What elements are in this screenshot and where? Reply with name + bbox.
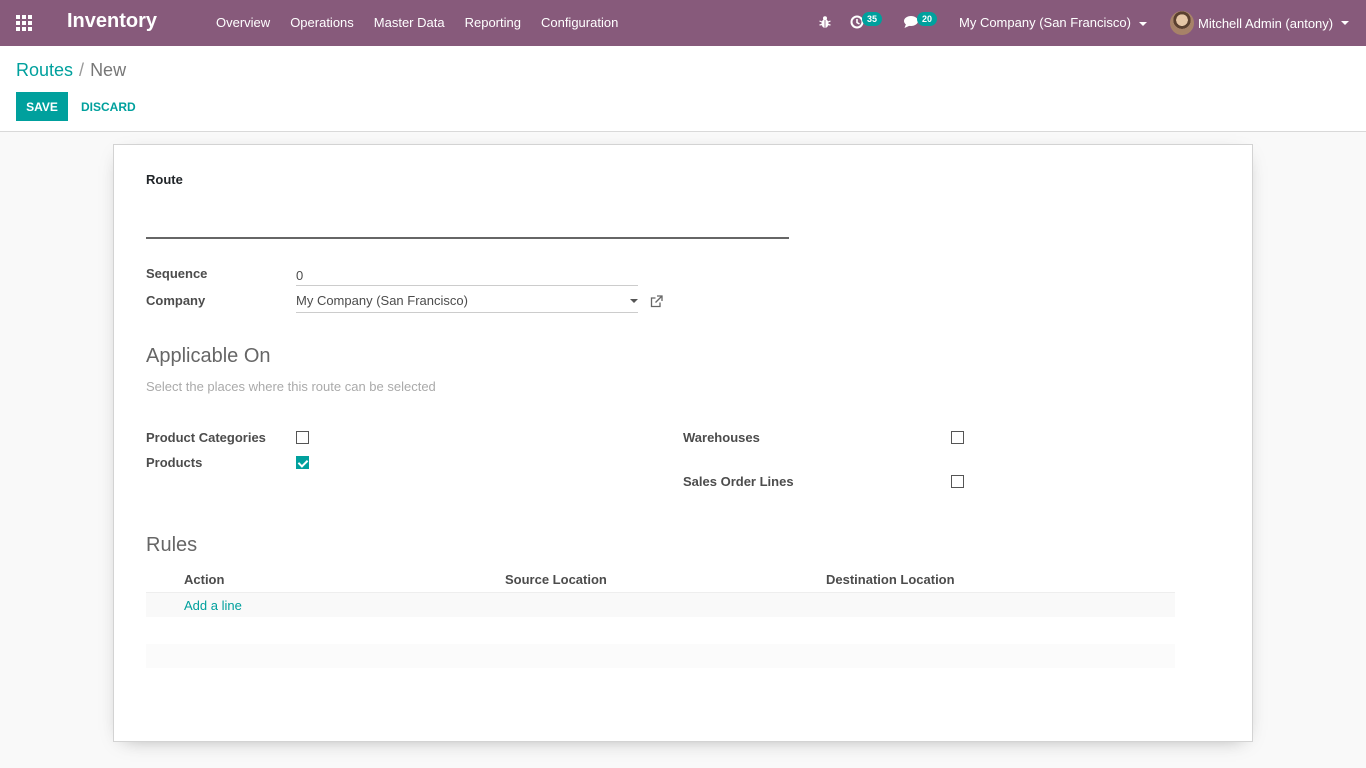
warehouses-checkbox[interactable] bbox=[951, 431, 964, 444]
product-categories-checkbox[interactable] bbox=[296, 431, 309, 444]
message-count-badge: 20 bbox=[917, 12, 938, 26]
user-menu[interactable]: Mitchell Admin (antony) bbox=[1170, 0, 1350, 46]
route-name-input[interactable] bbox=[146, 203, 789, 239]
user-name: Mitchell Admin (antony) bbox=[1198, 15, 1334, 31]
apps-grid-icon[interactable] bbox=[16, 15, 34, 31]
menu-configuration[interactable]: Configuration bbox=[531, 0, 628, 46]
route-label: Route bbox=[146, 172, 183, 187]
table-row: Add a line bbox=[146, 593, 1175, 617]
main-menu: Overview Operations Master Data Reportin… bbox=[206, 0, 628, 46]
applicable-on-help: Select the places where this route can b… bbox=[146, 379, 436, 394]
bug-icon[interactable] bbox=[819, 15, 831, 29]
chevron-down-icon bbox=[1341, 21, 1350, 25]
sales-order-lines-checkbox[interactable] bbox=[951, 475, 964, 488]
company-select[interactable]: My Company (San Francisco) bbox=[296, 291, 638, 313]
column-header-source-location[interactable]: Source Location bbox=[505, 572, 607, 587]
main-navbar: Inventory Overview Operations Master Dat… bbox=[0, 0, 1366, 46]
breadcrumb-separator: / bbox=[79, 60, 85, 80]
menu-operations[interactable]: Operations bbox=[280, 0, 364, 46]
product-categories-label: Product Categories bbox=[146, 430, 266, 445]
warehouses-label: Warehouses bbox=[683, 430, 760, 445]
chevron-down-icon bbox=[1138, 21, 1147, 26]
external-link-icon[interactable] bbox=[650, 295, 663, 308]
sales-order-lines-label: Sales Order Lines bbox=[683, 474, 794, 489]
discard-button[interactable]: DISCARD bbox=[72, 92, 145, 121]
breadcrumb: Routes / New bbox=[16, 60, 126, 81]
company-select-value: My Company (San Francisco) bbox=[296, 293, 468, 308]
table-row bbox=[146, 644, 1175, 668]
column-header-action[interactable]: Action bbox=[184, 572, 224, 587]
menu-reporting[interactable]: Reporting bbox=[455, 0, 531, 46]
applicable-on-title: Applicable On bbox=[146, 345, 271, 367]
company-switcher-label: My Company (San Francisco) bbox=[959, 15, 1131, 30]
rules-title: Rules bbox=[146, 534, 198, 556]
add-a-line-link[interactable]: Add a line bbox=[184, 598, 242, 613]
products-checkbox[interactable] bbox=[296, 456, 309, 469]
menu-master-data[interactable]: Master Data bbox=[364, 0, 455, 46]
control-panel: Routes / New SAVE DISCARD bbox=[0, 46, 1366, 132]
chevron-down-icon bbox=[630, 299, 638, 303]
save-button[interactable]: SAVE bbox=[16, 92, 68, 121]
app-title[interactable]: Inventory bbox=[67, 10, 157, 33]
company-label: Company bbox=[146, 293, 206, 308]
column-header-destination-location[interactable]: Destination Location bbox=[826, 572, 955, 587]
breadcrumb-current: New bbox=[90, 60, 127, 80]
form-sheet: Route Sequence Company My Company (San F… bbox=[113, 144, 1253, 742]
sequence-label: Sequence bbox=[146, 266, 208, 281]
breadcrumb-routes-link[interactable]: Routes bbox=[16, 60, 73, 80]
company-switcher[interactable]: My Company (San Francisco) bbox=[959, 0, 1147, 46]
activity-count-badge: 35 bbox=[862, 12, 883, 26]
menu-overview[interactable]: Overview bbox=[206, 0, 280, 46]
sequence-input[interactable] bbox=[296, 265, 638, 286]
avatar bbox=[1170, 11, 1194, 35]
products-label: Products bbox=[146, 455, 203, 470]
